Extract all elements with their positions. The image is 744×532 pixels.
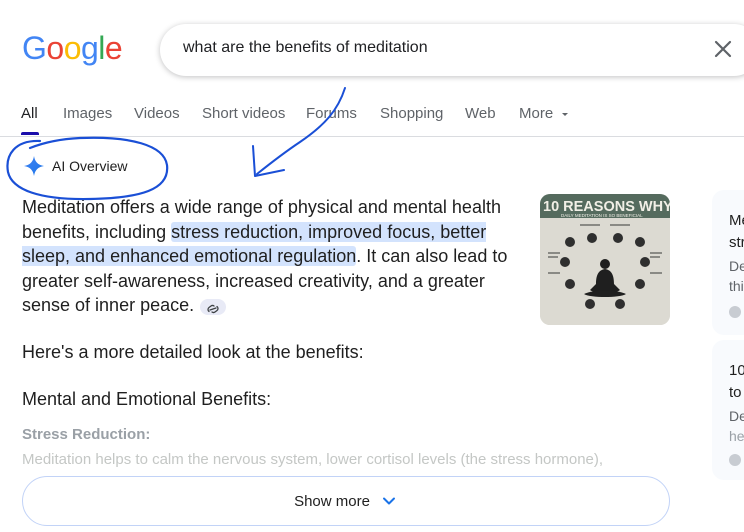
tab-more[interactable]: More <box>519 105 570 122</box>
source-card-title: 10 <box>729 362 744 379</box>
search-tabs: All Images Videos Short videos Forums Sh… <box>0 100 744 136</box>
chevron-down-icon <box>382 497 395 505</box>
site-favicon <box>729 306 741 318</box>
search-input[interactable] <box>183 39 683 57</box>
ai-overview-label: AI Overview <box>52 158 128 174</box>
source-card-title: to <box>729 384 742 401</box>
show-more-button[interactable]: Show more <box>22 476 670 526</box>
divider <box>0 136 744 137</box>
ai-overview-text: Meditation offers a wide range of physic… <box>22 195 527 318</box>
caret-down-icon <box>562 113 569 117</box>
source-card[interactable]: Me str De thi <box>712 190 744 335</box>
tab-more-label: More <box>519 105 554 122</box>
thumbnail-subtitle: DAILY MEDITATION IS SO BENEFICIAL <box>561 213 643 218</box>
search-box[interactable] <box>160 24 744 76</box>
logo-letter: e <box>104 30 123 66</box>
tab-shopping[interactable]: Shopping <box>380 105 443 122</box>
tab-web[interactable]: Web <box>465 105 496 122</box>
link-icon <box>207 304 219 313</box>
source-card-snippet: De <box>729 408 744 424</box>
source-card[interactable]: 10 to De he <box>712 340 744 480</box>
tab-forums[interactable]: Forums <box>306 105 357 122</box>
show-more-label: Show more <box>294 492 370 510</box>
source-link-chip[interactable] <box>200 298 227 315</box>
overview-item-text: Meditation helps to calm the nervous sys… <box>22 451 604 468</box>
source-card-snippet: De <box>729 258 744 274</box>
source-card-snippet: he <box>729 428 744 444</box>
ai-overview-header: AI Overview <box>24 155 127 177</box>
close-icon[interactable] <box>711 37 735 61</box>
active-tab-indicator <box>21 132 39 135</box>
tab-short-videos[interactable]: Short videos <box>202 105 285 122</box>
overview-thumbnail[interactable]: 10 REASONS WHY DAILY MEDITATION IS SO BE… <box>540 194 670 325</box>
overview-section-heading: Mental and Emotional Benefits: <box>22 389 272 409</box>
source-card-title: str <box>729 234 744 251</box>
logo-letter: G <box>22 30 47 66</box>
source-card-title: Me <box>729 212 744 229</box>
overview-item-title: Stress Reduction: <box>22 426 151 443</box>
source-card-snippet: thi <box>729 278 744 294</box>
tab-videos[interactable]: Videos <box>134 105 180 122</box>
logo-letter: g <box>80 30 99 66</box>
tab-all[interactable]: All <box>21 105 38 122</box>
site-favicon <box>729 454 741 466</box>
annotation-arrowhead <box>252 145 285 177</box>
sparkle-icon <box>24 156 44 176</box>
logo-letter: o <box>63 30 82 66</box>
tab-images[interactable]: Images <box>63 105 112 122</box>
logo-letter: o <box>46 30 64 66</box>
google-logo[interactable]: Google <box>22 30 123 67</box>
overview-subheading: Here's a more detailed look at the benef… <box>22 342 364 362</box>
logo-letter: l <box>98 30 105 66</box>
